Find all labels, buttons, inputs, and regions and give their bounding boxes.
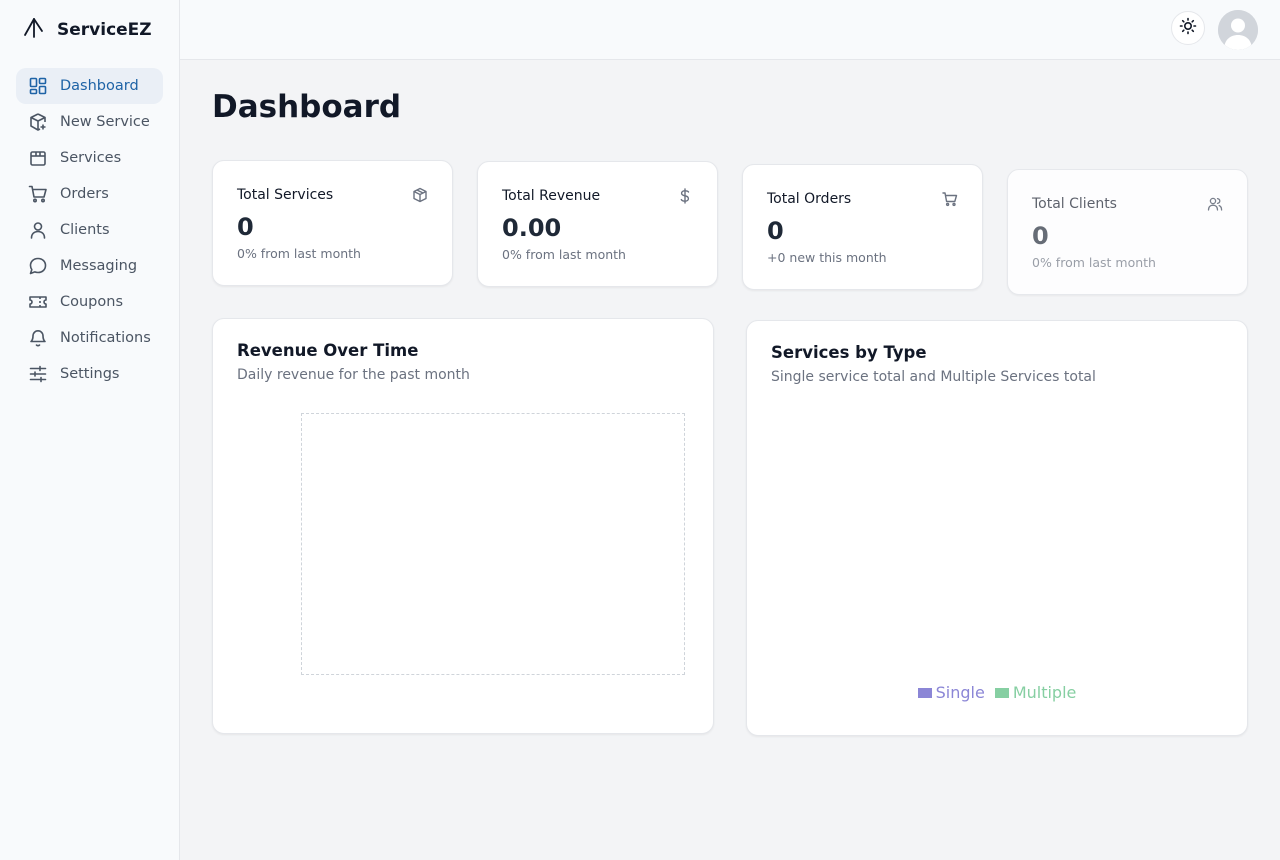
brand-name: ServiceEZ (57, 20, 152, 40)
legend-swatch (917, 687, 932, 698)
store-icon (28, 148, 48, 168)
stat-value: 0.00 (502, 214, 562, 242)
stat-value: 0 (237, 213, 254, 241)
sidebar-item-messaging[interactable]: Messaging (16, 248, 163, 284)
services-by-type-panel: Services by Type Single service total an… (746, 320, 1248, 736)
bell-icon (28, 328, 48, 348)
user-icon (28, 220, 48, 240)
sidebar-item-orders[interactable]: Orders (16, 176, 163, 212)
panel-title: Revenue Over Time (237, 341, 419, 360)
sidebar-item-dashboard[interactable]: Dashboard (16, 68, 163, 104)
chart-legend: Single Multiple (747, 683, 1247, 702)
package-icon (412, 187, 428, 203)
theme-toggle-button[interactable] (1171, 11, 1205, 45)
sidebar-item-label: Dashboard (60, 78, 139, 94)
sidebar-item-label: Settings (60, 366, 120, 382)
stat-label: Total Orders (767, 191, 852, 207)
user-avatar-icon (1218, 10, 1258, 50)
legend-swatch (994, 687, 1009, 698)
sidebar-nav: Dashboard New Service Services Orders Cl… (0, 60, 179, 392)
logo-icon (23, 17, 45, 43)
sidebar-item-settings[interactable]: Settings (16, 356, 163, 392)
users-icon (1207, 196, 1223, 212)
dollar-icon (677, 188, 693, 204)
sidebar-item-notifications[interactable]: Notifications (16, 320, 163, 356)
brand[interactable]: ServiceEZ (0, 0, 179, 60)
sidebar-item-label: Coupons (60, 294, 124, 310)
stat-subtext: +0 new this month (767, 250, 887, 265)
sidebar-item-coupons[interactable]: Coupons (16, 284, 163, 320)
cart-icon (942, 191, 958, 207)
dashboard-icon (28, 76, 48, 96)
sidebar-item-label: Services (60, 150, 122, 166)
sidebar-item-label: New Service (60, 114, 150, 130)
sidebar-item-label: Messaging (60, 258, 138, 274)
package-plus-icon (28, 112, 48, 132)
legend-label: Single (935, 683, 985, 702)
user-avatar[interactable] (1218, 10, 1258, 50)
legend-item-single[interactable]: Single (917, 683, 985, 702)
stat-label: Total Services (237, 187, 334, 203)
message-icon (28, 256, 48, 276)
sidebar: ServiceEZ Dashboard New Service Services… (0, 0, 180, 860)
stat-subtext: 0% from last month (1032, 255, 1156, 270)
ticket-icon (28, 292, 48, 312)
page-title: Dashboard (212, 89, 402, 125)
panel-description: Daily revenue for the past month (237, 367, 470, 383)
stat-value: 0 (767, 217, 784, 245)
stat-card-total-services: Total Services 0 0% from last month (212, 160, 453, 286)
sidebar-item-new-service[interactable]: New Service (16, 104, 163, 140)
sliders-icon (28, 364, 48, 384)
sun-icon (1179, 17, 1197, 39)
panel-description: Single service total and Multiple Servic… (771, 369, 1096, 385)
sidebar-item-clients[interactable]: Clients (16, 212, 163, 248)
stat-subtext: 0% from last month (502, 247, 626, 262)
sidebar-item-label: Clients (60, 222, 110, 238)
legend-label: Multiple (1012, 683, 1077, 702)
cart-icon (28, 184, 48, 204)
stat-label: Total Revenue (502, 188, 601, 204)
revenue-chart-area (301, 413, 685, 675)
sidebar-item-services[interactable]: Services (16, 140, 163, 176)
stat-subtext: 0% from last month (237, 246, 361, 261)
sidebar-item-label: Notifications (60, 330, 151, 346)
stat-value: 0 (1032, 222, 1049, 250)
top-header (180, 0, 1280, 60)
stat-card-total-orders: Total Orders 0 +0 new this month (742, 164, 983, 290)
stat-label: Total Clients (1032, 196, 1117, 212)
stat-card-total-revenue: Total Revenue 0.00 0% from last month (477, 161, 718, 287)
sidebar-item-label: Orders (60, 186, 109, 202)
revenue-over-time-panel: Revenue Over Time Daily revenue for the … (212, 318, 714, 734)
panel-title: Services by Type (771, 343, 927, 362)
stat-card-total-clients: Total Clients 0 0% from last month (1007, 169, 1248, 295)
legend-item-multiple[interactable]: Multiple (994, 683, 1077, 702)
